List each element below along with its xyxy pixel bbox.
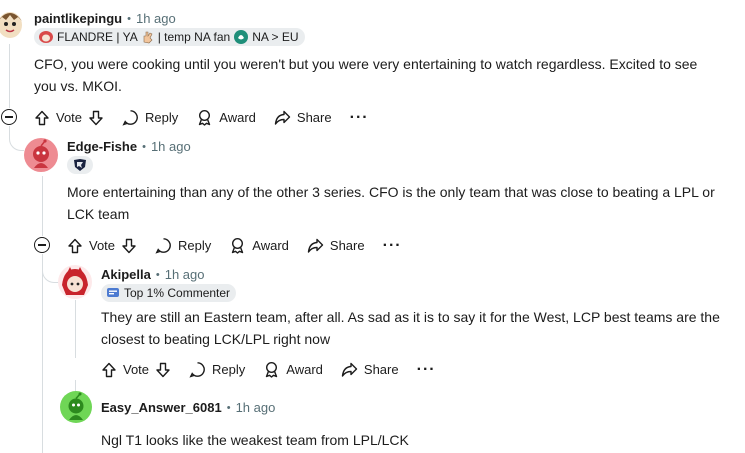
award-icon [266, 361, 278, 378]
share-button[interactable]: Share [274, 109, 332, 126]
thread-elbow-akipella [42, 254, 59, 283]
reply-button[interactable]: Reply [155, 237, 211, 254]
vote-label: Vote [123, 362, 150, 377]
meta-separator: • [127, 12, 131, 25]
upvote-icon[interactable] [34, 110, 50, 126]
body-line: Ngl T1 looks like the weakest team from … [101, 432, 409, 448]
body-line: you vs. MKOI. [34, 78, 122, 94]
vote-label: Vote [89, 238, 116, 253]
vote-control: Vote [67, 238, 137, 254]
reply-label: Reply [212, 362, 246, 377]
reply-label: Reply [145, 110, 179, 125]
body-line: closest to beating LCK/LPL right now [101, 331, 331, 347]
award-label: Award [252, 238, 289, 253]
flair-text: FLANDRE | YA [57, 30, 138, 44]
timestamp: 1h ago [150, 139, 191, 154]
downvote-icon[interactable] [155, 362, 171, 378]
team-logo-icon [74, 159, 86, 171]
share-icon [274, 110, 291, 125]
user-flair: FLANDRE | YA | temp NA fan NA > EU [34, 28, 305, 46]
top-commenter-badge: Top 1% Commenter [101, 284, 237, 302]
avatar[interactable] [0, 7, 24, 41]
thread-line-edge [42, 176, 43, 236]
body-line: LCK team [67, 206, 130, 222]
share-icon [341, 362, 358, 377]
username[interactable]: paintlikepingu [34, 11, 122, 26]
comment-body: CFO, you were cooking until you weren't … [34, 53, 739, 97]
flandre-emoji-icon [39, 31, 53, 43]
commenter-badge-icon [107, 288, 119, 297]
comment-body: They are still an Eastern team, after al… [101, 306, 741, 350]
collapse-icon[interactable] [1, 109, 17, 125]
action-bar: Vote Reply Award Share ··· [67, 237, 420, 254]
team-emoji-icon [234, 30, 249, 44]
thread-line-root [9, 44, 10, 108]
thread-line-akipella [75, 300, 76, 358]
user-flair [67, 156, 93, 174]
award-icon [199, 109, 211, 126]
more-options-button[interactable]: ··· [417, 361, 436, 377]
meta-separator: • [155, 268, 160, 281]
award-label: Award [286, 362, 323, 377]
meta-separator: • [142, 140, 146, 153]
avatar[interactable] [24, 138, 58, 172]
reply-button[interactable]: Reply [189, 361, 245, 378]
share-icon [307, 238, 324, 253]
action-bar: Vote Reply Award Share ··· [101, 361, 454, 378]
downvote-icon[interactable] [121, 238, 137, 254]
timestamp: 1h ago [164, 267, 205, 282]
badge-text: Top 1% Commenter [124, 286, 231, 300]
award-button[interactable]: Award [263, 361, 323, 378]
reply-label: Reply [178, 238, 212, 253]
upvote-icon[interactable] [67, 238, 83, 254]
reply-button[interactable]: Reply [122, 109, 178, 126]
timestamp: 1h ago [235, 400, 276, 415]
award-icon [232, 237, 244, 254]
reply-bubble-icon [189, 362, 205, 378]
award-button[interactable]: Award [196, 109, 256, 126]
body-line: They are still an Eastern team, after al… [101, 309, 720, 325]
share-button[interactable]: Share [307, 237, 365, 254]
share-label: Share [296, 110, 332, 125]
collapse-icon[interactable] [34, 237, 50, 253]
meta-separator: • [226, 401, 231, 414]
upvote-icon[interactable] [101, 362, 117, 378]
action-bar: Vote Reply Award Share ··· [34, 109, 387, 126]
award-label: Award [219, 110, 256, 125]
timestamp: 1h ago [135, 11, 176, 26]
flair-text: | temp NA fan [157, 30, 231, 44]
share-button[interactable]: Share [341, 361, 399, 378]
flair-text: NA > EU [252, 30, 299, 44]
more-options-button[interactable]: ··· [383, 237, 402, 253]
share-label: Share [363, 362, 399, 377]
award-button[interactable]: Award [229, 237, 289, 254]
comment-body: More entertaining than any of the other … [67, 181, 742, 225]
share-label: Share [329, 238, 365, 253]
body-line: CFO, you were cooking until you weren't … [34, 56, 698, 72]
thread-elbow-edge [9, 126, 24, 151]
username[interactable]: Easy_Answer_6081 [101, 400, 222, 415]
reply-bubble-icon [155, 238, 171, 254]
username[interactable]: Edge-Fishe [67, 139, 137, 154]
vote-control: Vote [34, 110, 104, 126]
more-options-button[interactable]: ··· [350, 109, 369, 125]
avatar[interactable] [60, 391, 92, 423]
hand-emoji-icon [143, 31, 153, 44]
body-line: More entertaining than any of the other … [67, 184, 715, 200]
reply-bubble-icon [122, 110, 138, 126]
vote-label: Vote [56, 110, 83, 125]
vote-control: Vote [101, 362, 171, 378]
username[interactable]: Akipella [101, 267, 151, 282]
comment-body: Ngl T1 looks like the weakest team from … [101, 429, 741, 451]
downvote-icon[interactable] [88, 110, 104, 126]
thread-line-akipella-level [42, 254, 43, 453]
avatar[interactable] [58, 265, 92, 299]
